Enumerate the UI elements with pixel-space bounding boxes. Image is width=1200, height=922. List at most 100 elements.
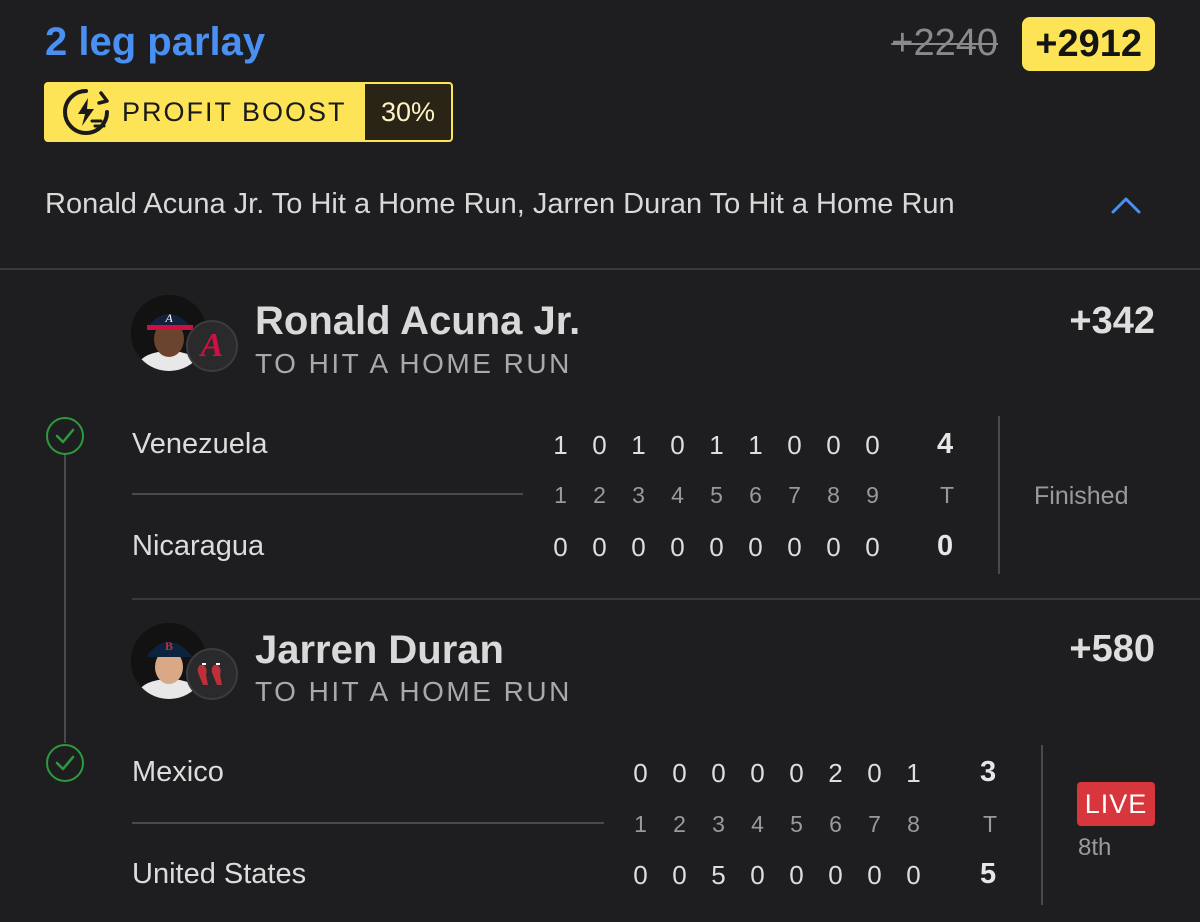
profit-boost-badge: PROFIT BOOST 30% [44, 82, 453, 142]
boosted-odds: +2912 [1022, 17, 1155, 71]
inning-header: 6 [749, 482, 762, 508]
inning-score: 0 [553, 532, 568, 562]
inning-header: 5 [710, 482, 723, 508]
inning-score: 0 [672, 758, 687, 788]
inning-header: 9 [866, 482, 879, 508]
inning-header: 5 [790, 811, 803, 837]
away-total-score: 4 [937, 428, 954, 460]
svg-text:B: B [165, 639, 173, 653]
profit-boost-percent: 30% [365, 84, 451, 140]
inning-header: 2 [593, 482, 606, 508]
inning-score: 0 [867, 860, 882, 890]
inning-score: 0 [789, 860, 804, 890]
inning-score: 0 [750, 860, 765, 890]
team-logo-badge [186, 648, 238, 700]
home-inning-scores: 0 0 0 0 0 0 0 0 0 [541, 532, 892, 563]
game-status: Finished [1034, 482, 1129, 510]
inning-score: 0 [789, 758, 804, 788]
home-inning-scores: 0 0 5 0 0 0 0 0 [621, 860, 933, 891]
inning-score: 0 [787, 532, 802, 562]
inning-header: 3 [712, 811, 725, 837]
inning-score: 0 [709, 532, 724, 562]
inning-score: 0 [750, 758, 765, 788]
away-team-name: Mexico [132, 756, 224, 788]
inning-header: 1 [554, 482, 567, 508]
team-logo-letter: A [200, 327, 224, 364]
inning-header: 2 [673, 811, 686, 837]
inning-score: 0 [865, 430, 880, 460]
inning-score: 2 [828, 758, 843, 788]
inning-score: 0 [592, 430, 607, 460]
inning-score: 0 [867, 758, 882, 788]
away-inning-scores: 1 0 1 0 1 1 0 0 0 [541, 430, 892, 461]
check-circle-icon [46, 417, 84, 455]
profit-boost-label: PROFIT BOOST [122, 96, 347, 127]
inning-score: 0 [711, 758, 726, 788]
scoreboard-divider [132, 493, 523, 495]
market-label: TO HIT A HOME RUN [255, 348, 572, 379]
leg-divider [132, 598, 1200, 600]
inning-score: 5 [711, 860, 726, 890]
inning-header: 6 [829, 811, 842, 837]
current-inning: 8th [1078, 834, 1112, 861]
header-divider [0, 268, 1200, 270]
inning-headers: 1 2 3 4 5 6 7 8 9 [541, 482, 892, 509]
inning-header: 3 [632, 482, 645, 508]
total-header: T [983, 811, 998, 837]
away-inning-scores: 0 0 0 0 0 2 0 1 [621, 758, 933, 789]
team-logo-badge: A [186, 320, 238, 372]
inning-score: 0 [672, 860, 687, 890]
player-name: Jarren Duran [255, 628, 504, 672]
inning-header: 4 [751, 811, 764, 837]
live-badge: LIVE [1077, 782, 1155, 826]
red-sox-logo-icon [197, 663, 222, 685]
parlay-title: 2 leg parlay [45, 20, 266, 64]
inning-score: 0 [592, 532, 607, 562]
inning-header: 4 [671, 482, 684, 508]
home-total-score: 0 [937, 530, 954, 562]
leg-odds: +580 [1069, 628, 1155, 670]
inning-score: 0 [631, 532, 646, 562]
inning-header: 7 [868, 811, 881, 837]
home-team-name: United States [132, 858, 307, 890]
inning-header: 8 [827, 482, 840, 508]
market-label: TO HIT A HOME RUN [255, 676, 572, 707]
leg-timeline-line [64, 455, 66, 743]
status-divider [998, 416, 1000, 574]
check-circle-icon [46, 744, 84, 782]
leg-odds: +342 [1069, 300, 1155, 342]
total-header: T [940, 482, 955, 508]
inning-header: 8 [907, 811, 920, 837]
status-divider [1041, 745, 1043, 905]
inning-header: 1 [634, 811, 647, 837]
inning-score: 0 [633, 860, 648, 890]
inning-score: 0 [826, 430, 841, 460]
inning-score: 0 [906, 860, 921, 890]
home-team-name: Nicaragua [132, 530, 265, 562]
lightning-boost-icon [60, 86, 112, 138]
inning-header: 7 [788, 482, 801, 508]
inning-score: 0 [633, 758, 648, 788]
inning-score: 0 [826, 532, 841, 562]
away-team-name: Venezuela [132, 428, 268, 460]
inning-score: 1 [709, 430, 724, 460]
scoreboard-divider [132, 822, 604, 824]
inning-score: 0 [670, 430, 685, 460]
inning-score: 1 [748, 430, 763, 460]
inning-headers: 1 2 3 4 5 6 7 8 [621, 811, 933, 838]
svg-text:A: A [164, 311, 173, 325]
parlay-summary: Ronald Acuna Jr. To Hit a Home Run, Jarr… [45, 188, 955, 220]
away-total-score: 3 [980, 756, 997, 788]
inning-score: 1 [906, 758, 921, 788]
chevron-up-icon[interactable] [1110, 194, 1142, 216]
inning-score: 0 [865, 532, 880, 562]
inning-score: 0 [787, 430, 802, 460]
home-total-score: 5 [980, 858, 997, 890]
inning-score: 0 [748, 532, 763, 562]
inning-score: 0 [828, 860, 843, 890]
inning-score: 1 [631, 430, 646, 460]
inning-score: 0 [670, 532, 685, 562]
player-name: Ronald Acuna Jr. [255, 299, 581, 343]
inning-score: 1 [553, 430, 568, 460]
original-odds: +2240 [891, 22, 998, 64]
